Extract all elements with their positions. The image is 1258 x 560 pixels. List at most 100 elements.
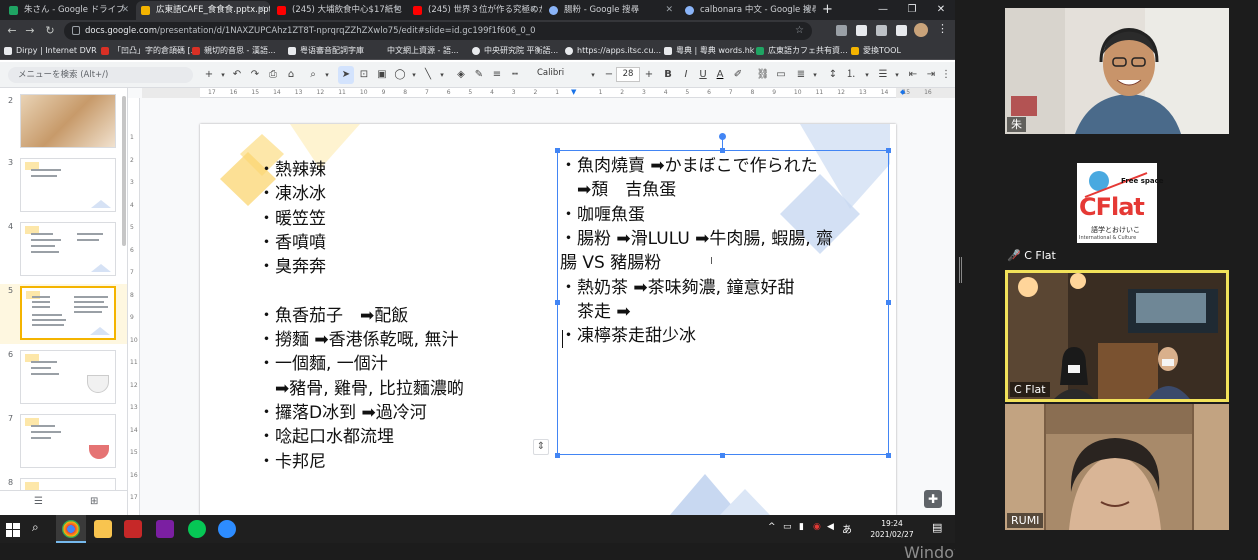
network-icon[interactable]: ◉ <box>813 522 821 532</box>
bookmark-item[interactable]: Dirpy | Internet DVR <box>4 42 97 60</box>
filmstrip-scrollbar[interactable] <box>122 96 126 246</box>
bookmark-item[interactable]: https://apps.itsc.cu... <box>565 42 661 60</box>
chevron-up-icon[interactable]: ^ <box>768 522 776 532</box>
back-icon[interactable]: ← <box>4 23 20 39</box>
tab-drive[interactable]: 朱さん - Google ドライブ ✕ <box>4 1 134 20</box>
font-family-select[interactable]: Calibri <box>537 68 564 78</box>
resize-handle[interactable] <box>720 148 725 153</box>
reload-icon[interactable]: ↻ <box>42 23 58 39</box>
windows-start-icon[interactable] <box>6 522 20 537</box>
minimize-icon[interactable]: — <box>868 0 898 20</box>
grid-view-icon[interactable]: ⊞ <box>90 496 98 507</box>
menu-search[interactable]: メニューを検索 (Alt+/) <box>8 67 193 83</box>
line-icon[interactable] <box>188 520 206 538</box>
chrome-icon[interactable] <box>62 520 80 538</box>
increase-font-icon[interactable]: + <box>643 66 655 84</box>
highlight-icon[interactable]: ✐ <box>732 66 744 84</box>
chevron-down-icon[interactable]: ▾ <box>322 66 332 84</box>
profile-avatar[interactable] <box>914 23 928 37</box>
line-icon[interactable]: ╲ <box>421 66 435 84</box>
slide-thumbnail[interactable] <box>20 350 116 404</box>
battery-icon[interactable]: ▮ <box>799 522 804 532</box>
volume-icon[interactable]: ◀ <box>827 522 834 532</box>
indent-marker-icon[interactable]: ▼ <box>571 88 576 96</box>
new-slide-icon[interactable]: + <box>202 66 216 84</box>
bold-icon[interactable]: B <box>662 66 674 84</box>
bookmark-item[interactable]: 愛換TOOL <box>851 42 901 60</box>
rotate-handle[interactable] <box>719 133 726 140</box>
close-icon[interactable]: ✕ <box>665 1 673 20</box>
extension-icon[interactable] <box>836 25 847 36</box>
italic-icon[interactable]: I <box>680 66 692 84</box>
outdent-icon[interactable]: ⇥ <box>924 66 938 84</box>
redo-icon[interactable]: ↷ <box>248 66 262 84</box>
slide-thumbnail[interactable] <box>20 158 116 212</box>
border-dash-icon[interactable]: ┅ <box>508 66 522 84</box>
bookmark-item[interactable]: 粤语審音配詞字庫 <box>288 42 364 60</box>
decrease-font-icon[interactable]: − <box>603 66 615 84</box>
line-spacing-icon[interactable]: ↕ <box>826 66 840 84</box>
chevron-down-icon[interactable]: ▾ <box>409 66 419 84</box>
bookmark-item[interactable]: 広東語カフェ共有資... <box>756 42 848 60</box>
onenote-icon[interactable] <box>156 520 174 538</box>
tab-youtube-2[interactable]: (245) 世界３位が作る究極のか ✕ <box>408 1 542 20</box>
resize-handle[interactable] <box>720 453 725 458</box>
slide-thumbnail-selected[interactable] <box>20 286 116 340</box>
participant-video-tile-speaking[interactable]: C Flat <box>1005 270 1229 402</box>
notification-icon[interactable]: ▤ <box>932 521 942 534</box>
participant-video-tile[interactable]: Free space CFlat 語学とおけいこ International &… <box>1005 139 1229 265</box>
shape-icon[interactable]: ◯ <box>393 66 407 84</box>
slide-canvas-area[interactable]: 17 16 15 14 13 12 11 10 9 8 7 6 5 4 3 2 1 1 2 3 4 5 6 7 8 9 10 11 12… <box>128 88 955 515</box>
extension-icon[interactable] <box>856 25 867 36</box>
link-icon[interactable]: ⛓ <box>756 66 770 84</box>
chevron-down-icon[interactable]: ▾ <box>862 66 872 84</box>
participant-video-tile[interactable]: 朱 <box>1005 8 1229 134</box>
close-icon[interactable]: ✕ <box>393 1 401 20</box>
image-icon[interactable]: ▣ <box>375 66 389 84</box>
close-icon[interactable]: ✕ <box>529 1 537 20</box>
new-tab-button[interactable]: + <box>822 1 833 19</box>
resize-handle[interactable] <box>555 453 560 458</box>
slide-filmstrip[interactable]: 2 3 4 5 6 7 8 ☰ ⊞ <box>0 88 128 515</box>
chevron-down-icon[interactable]: ▾ <box>588 66 598 84</box>
slide-thumbnail[interactable] <box>20 414 116 468</box>
font-size-input[interactable]: 28 <box>616 67 640 82</box>
vertical-align-button[interactable]: ⇕ <box>533 439 549 455</box>
zoom-app-icon[interactable] <box>218 520 236 538</box>
bookmark-item[interactable]: 中央研究院 平衡語... <box>472 42 558 60</box>
select-tool-icon[interactable]: ➤ <box>338 66 354 84</box>
text-box-icon[interactable]: ⊡ <box>357 66 371 84</box>
resize-handle[interactable] <box>555 148 560 153</box>
close-icon[interactable]: ✕ <box>803 1 811 20</box>
close-icon[interactable]: ✕ <box>121 1 129 20</box>
explore-button[interactable]: ✚ <box>924 490 942 508</box>
resize-handle[interactable] <box>886 300 891 305</box>
file-explorer-icon[interactable] <box>94 520 112 538</box>
zoom-icon[interactable]: ⌕ <box>306 66 320 84</box>
extension-icon[interactable] <box>896 25 907 36</box>
bookmark-item[interactable]: 「凹凸」字的倉頡碼 [... <box>101 42 198 60</box>
puzzle-icon[interactable] <box>876 25 887 36</box>
forward-icon[interactable]: → <box>22 23 38 39</box>
bookmark-item[interactable]: 親切的音思 - 漢語... <box>192 42 276 60</box>
text-color-icon[interactable]: A <box>714 66 726 84</box>
search-icon[interactable]: ⌕ <box>32 520 39 535</box>
tab-slides[interactable]: 広東語CAFE_食食食.pptx.ppt ✕ <box>136 1 270 20</box>
address-bar[interactable]: docs.google.com/presentation/d/1NAXZUPCA… <box>64 22 812 40</box>
indent-icon[interactable]: ⇤ <box>906 66 920 84</box>
chevron-down-icon[interactable]: ▾ <box>437 66 447 84</box>
participant-video-tile[interactable]: RUMI <box>1005 404 1229 530</box>
taskbar-clock[interactable]: 19:24 2021/02/27 <box>858 518 926 540</box>
slide-thumbnail[interactable] <box>20 94 116 148</box>
resize-handle[interactable] <box>886 148 891 153</box>
slide-thumbnail[interactable] <box>20 222 116 276</box>
underline-icon[interactable]: U <box>697 66 709 84</box>
fill-color-icon[interactable]: ◈ <box>454 66 468 84</box>
panel-resize-handle[interactable] <box>959 257 962 283</box>
list-view-icon[interactable]: ☰ <box>34 496 43 507</box>
bulleted-list-icon[interactable]: ☰ <box>876 66 890 84</box>
undo-icon[interactable]: ↶ <box>230 66 244 84</box>
border-weight-icon[interactable]: ≡ <box>490 66 504 84</box>
indent-marker-icon[interactable]: ◆ <box>900 88 905 96</box>
app-icon[interactable] <box>124 520 142 538</box>
